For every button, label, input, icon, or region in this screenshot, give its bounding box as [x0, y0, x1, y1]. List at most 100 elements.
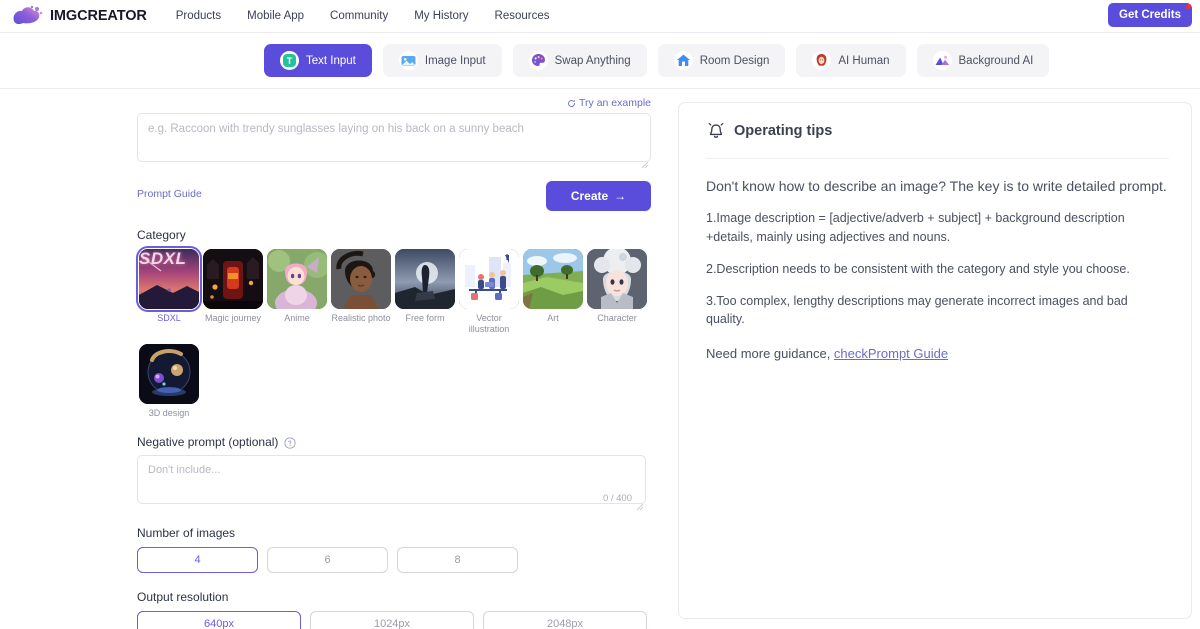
number-of-images-option-4[interactable]: 4 — [137, 546, 258, 573]
category-label: 3D design — [148, 407, 190, 418]
category-thumbnail — [203, 249, 263, 309]
operating-tips-footer-text: Need more guidance, — [706, 346, 834, 362]
negative-prompt-wrapper: 0 / 400 — [137, 454, 646, 511]
operating-tips-title: Operating tips — [734, 123, 833, 139]
operating-tips-card: Operating tips Don't know how to describ… — [678, 102, 1192, 619]
operating-tips-item-2: 2.Description needs to be consistent wit… — [706, 261, 1130, 276]
tab-text-input[interactable]: T Text Input — [264, 44, 372, 77]
help-circle-icon[interactable] — [284, 436, 296, 449]
tab-swap-anything[interactable]: Swap Anything — [512, 44, 647, 77]
category-label: Art — [547, 313, 559, 323]
operating-tips-header: Operating tips — [706, 121, 1169, 159]
nav-item-mobile-app[interactable]: Mobile App — [234, 6, 317, 26]
text-input-icon: T — [280, 51, 299, 70]
category-label: Character — [597, 313, 637, 323]
svg-text:T: T — [287, 56, 293, 66]
output-resolution-option-2048[interactable]: 2048px — [483, 610, 647, 629]
tab-label: Image Input — [424, 54, 486, 67]
category-label: Anime — [284, 313, 310, 323]
category-section-label: Category — [137, 228, 186, 242]
operating-tips-item-3: 3.Too complex, lengthy descriptions may … — [706, 293, 1128, 327]
tab-label: Room Design — [699, 54, 770, 67]
nav-item-resources[interactable]: Resources — [482, 6, 563, 26]
prompt-actions-row: Prompt Guide Create → — [137, 181, 651, 211]
output-resolution-option-640[interactable]: 640px — [137, 610, 301, 629]
sdxl-thumbnail-text: SDXL — [139, 249, 187, 268]
category-item-magic-journey[interactable]: Magic journey — [201, 249, 265, 336]
category-thumbnail — [587, 249, 647, 309]
try-an-example-link[interactable]: Try an example — [567, 97, 651, 109]
create-button[interactable]: Create → — [546, 181, 651, 211]
operating-tips-item-1: 1.Image description = [adjective/adverb … — [706, 211, 1125, 245]
category-item-realistic-photo[interactable]: Realistic photo — [329, 249, 393, 336]
output-resolution-options: 640px 1024px 2048px — [137, 610, 651, 629]
category-label: Realistic photo — [331, 313, 391, 323]
category-thumbnail — [459, 249, 519, 309]
tab-room-design[interactable]: Room Design — [657, 44, 786, 77]
category-thumbnail — [395, 249, 455, 309]
prompt-input[interactable] — [137, 113, 651, 162]
number-of-images-option-8[interactable]: 8 — [397, 546, 518, 573]
try-example-row: Try an example — [137, 89, 651, 113]
number-of-images-label: Number of images — [137, 525, 236, 540]
negative-prompt-label-row: Negative prompt (optional) — [137, 435, 651, 449]
prompt-guide-link[interactable]: Prompt Guide — [137, 188, 202, 211]
prompt-input-wrapper — [137, 113, 651, 169]
category-thumbnail — [331, 249, 391, 309]
tab-label: Background AI — [958, 54, 1034, 67]
arrow-right-icon: → — [614, 189, 627, 203]
mode-tab-bar: T Text Input Image Input Swap Anything R… — [0, 33, 1200, 89]
brand-name: IMGCREATOR — [50, 8, 147, 24]
get-credits-button[interactable]: Get Credits — [1108, 3, 1192, 27]
operating-tips-footer: Need more guidance, checkPrompt Guide — [706, 346, 1169, 361]
tab-label: Swap Anything — [554, 54, 631, 67]
get-credits-label: Get Credits — [1119, 9, 1181, 21]
operating-tips-lead: Don't know how to describe an image? The… — [706, 178, 1167, 194]
nav-links: Products Mobile App Community My History… — [163, 6, 563, 26]
logo-blob-icon — [10, 4, 44, 28]
category-item-3d-design[interactable]: 3D design — [137, 343, 201, 419]
output-resolution-option-1024[interactable]: 1024px — [310, 610, 474, 629]
bell-icon — [706, 121, 726, 141]
right-panel: Operating tips Don't know how to describ… — [678, 89, 1200, 619]
category-item-anime[interactable]: Anime — [265, 249, 329, 336]
category-label: Free form — [405, 313, 445, 323]
category-item-character[interactable]: Character — [585, 249, 649, 336]
brand-logo[interactable]: IMGCREATOR — [8, 4, 147, 28]
nav-item-products[interactable]: Products — [163, 6, 234, 26]
tab-image-input[interactable]: Image Input — [382, 44, 502, 77]
nav-item-my-history[interactable]: My History — [401, 6, 481, 26]
top-navigation-bar: IMGCREATOR Products Mobile App Community… — [0, 0, 1200, 33]
category-thumbnail — [267, 249, 327, 309]
create-button-label: Create — [570, 189, 609, 203]
tab-background-ai[interactable]: Background AI — [916, 44, 1050, 77]
category-label: Vector illustration — [468, 313, 510, 335]
notification-dot-icon — [1186, 4, 1191, 9]
category-grid: SDXL SDXL Magic journey Anime Realistic … — [136, 246, 651, 419]
refresh-icon — [567, 99, 576, 108]
image-input-icon — [398, 51, 418, 70]
category-label: Magic journey — [204, 313, 262, 323]
tab-ai-human[interactable]: AI Human — [796, 44, 906, 77]
prompt-guide-link-footer[interactable]: checkPrompt Guide — [834, 346, 948, 361]
category-item-vector-illustration[interactable]: Vector illustration — [457, 249, 521, 336]
category-item-free-form[interactable]: Free form — [393, 249, 457, 336]
category-item-art[interactable]: Art — [521, 249, 585, 336]
number-of-images-option-6[interactable]: 6 — [267, 546, 388, 573]
palette-icon — [528, 51, 548, 70]
category-thumbnail: SDXL — [136, 246, 202, 312]
category-thumbnail — [139, 343, 199, 404]
page-body: Try an example Prompt Guide Create → Ca — [0, 89, 1200, 629]
tab-label: Text Input — [306, 54, 356, 67]
category-label: SDXL — [157, 313, 181, 323]
output-resolution-label: Output resolution — [137, 589, 229, 604]
negative-prompt-input[interactable] — [137, 454, 646, 504]
category-thumbnail — [523, 249, 583, 309]
house-icon — [673, 51, 693, 70]
mountain-icon — [932, 51, 952, 70]
try-an-example-label: Try an example — [579, 97, 651, 109]
category-item-sdxl[interactable]: SDXL SDXL — [136, 246, 202, 336]
nav-item-community[interactable]: Community — [317, 6, 401, 26]
left-panel: Try an example Prompt Guide Create → Ca — [0, 89, 678, 629]
tab-label: AI Human — [838, 54, 890, 67]
